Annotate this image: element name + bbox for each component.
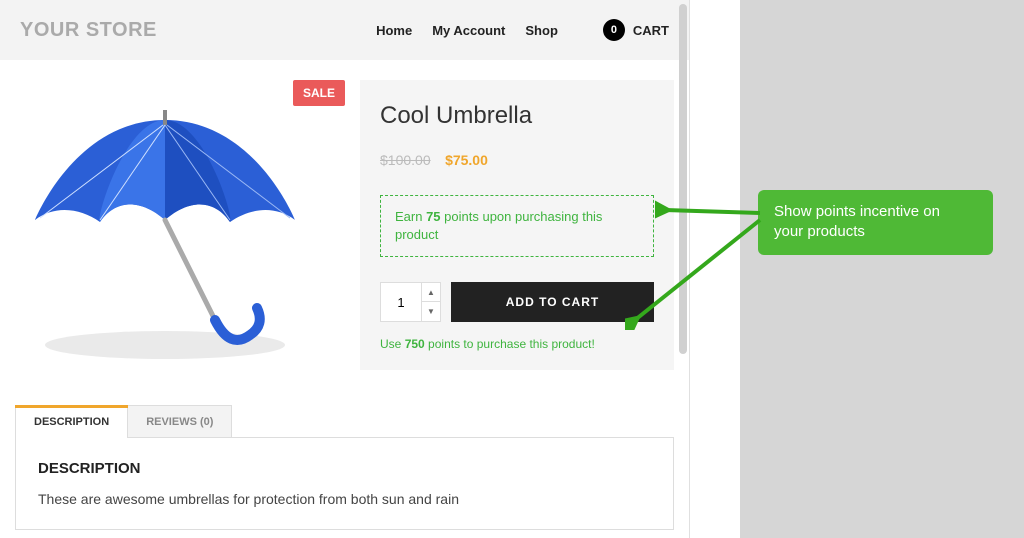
tab-content-description: DESCRIPTION These are awesome umbrellas … (15, 437, 674, 530)
earn-points-notice: Earn 75 points upon purchasing this prod… (380, 195, 654, 257)
product-title: Cool Umbrella (380, 102, 654, 130)
use-points-notice: Use 750 points to purchase this product! (380, 337, 654, 351)
qty-decrement[interactable]: ▼ (422, 302, 440, 321)
description-body: These are awesome umbrellas for protecti… (38, 491, 651, 507)
umbrella-icon (15, 90, 315, 370)
earn-prefix: Earn (395, 209, 426, 224)
product-area: SALE Cool Umbrella (0, 60, 689, 370)
header: YOUR STORE Home My Account Shop 0 CART (0, 0, 689, 60)
use-prefix: Use (380, 337, 405, 351)
store-viewport: YOUR STORE Home My Account Shop 0 CART S… (0, 0, 690, 538)
annotation-sidebar (740, 0, 1024, 538)
nav-shop[interactable]: Shop (525, 23, 558, 38)
cart-count-badge: 0 (603, 19, 625, 41)
nav-my-account[interactable]: My Account (432, 23, 505, 38)
quantity-input[interactable] (381, 283, 421, 321)
add-to-cart-button[interactable]: ADD TO CART (451, 282, 654, 322)
description-heading: DESCRIPTION (38, 460, 651, 477)
price-row: $100.00 $75.00 (380, 152, 654, 170)
product-image-column: SALE (15, 80, 345, 370)
add-to-cart-row: ▲ ▼ ADD TO CART (380, 282, 654, 322)
store-logo: YOUR STORE (20, 19, 157, 42)
earn-points-value: 75 (426, 209, 440, 224)
scrollbar[interactable] (679, 4, 687, 354)
tab-reviews[interactable]: REVIEWS (0) (127, 405, 232, 438)
cart-label: CART (633, 23, 669, 38)
annotation-callout: Show points incentive on your products (758, 190, 993, 255)
main-nav: Home My Account Shop 0 CART (376, 19, 669, 41)
quantity-stepper[interactable]: ▲ ▼ (380, 282, 441, 322)
nav-home[interactable]: Home (376, 23, 412, 38)
use-points-value: 750 (405, 337, 425, 351)
tabs-nav: DESCRIPTION REVIEWS (0) (15, 405, 674, 438)
product-tabs: DESCRIPTION REVIEWS (0) DESCRIPTION Thes… (15, 405, 674, 530)
price-old: $100.00 (380, 152, 431, 168)
use-suffix: points to purchase this product! (425, 337, 595, 351)
qty-increment[interactable]: ▲ (422, 283, 440, 302)
callout-line-2: your products (774, 222, 977, 242)
callout-line-1: Show points incentive on (774, 202, 977, 222)
tab-description[interactable]: DESCRIPTION (15, 405, 128, 438)
cart-link[interactable]: 0 CART (603, 19, 669, 41)
sale-badge: SALE (293, 80, 345, 106)
product-summary: Cool Umbrella $100.00 $75.00 Earn 75 poi… (360, 80, 674, 370)
product-image[interactable] (15, 90, 315, 370)
price-current: $75.00 (445, 152, 488, 168)
